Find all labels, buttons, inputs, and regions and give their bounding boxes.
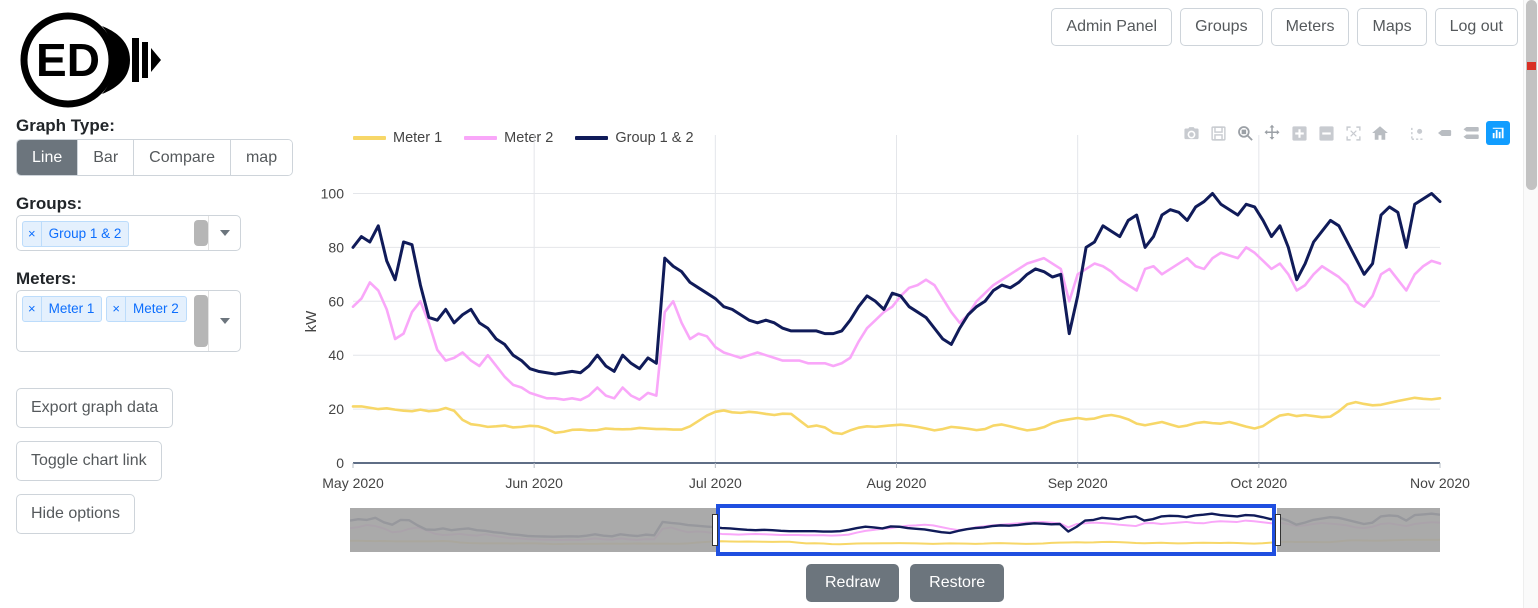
graph-type-button-group: Line Bar Compare map xyxy=(16,139,294,177)
chart-container: Meter 1 Meter 2 Group 1 & 2 0 20 40 60 8… xyxy=(300,105,1522,505)
meters-tag-2-label: Meter 2 xyxy=(132,301,179,316)
graph-type-map[interactable]: map xyxy=(230,140,293,176)
meters-tag-1-label: Meter 1 xyxy=(48,301,95,316)
remove-meter-2-icon[interactable]: × xyxy=(107,297,126,321)
x-tick-4: Sep 2020 xyxy=(1048,475,1108,491)
meters-label: Meters: xyxy=(16,269,77,288)
groups-tag-list: × Group 1 & 2 xyxy=(17,216,194,251)
y-tick-100: 100 xyxy=(321,185,345,201)
x-tick-3: Aug 2020 xyxy=(867,475,927,491)
range-slider-handle-right[interactable] xyxy=(1274,514,1281,546)
meters-scrollbar[interactable] xyxy=(194,291,208,351)
x-tick-1: Jun 2020 xyxy=(505,475,563,491)
groups-scrollbar[interactable] xyxy=(194,216,208,250)
x-tick-5: Oct 2020 xyxy=(1230,475,1287,491)
toggle-chart-link-button[interactable]: Toggle chart link xyxy=(16,441,162,481)
app-root: Admin Panel Groups Meters Maps Log out E… xyxy=(0,0,1538,608)
groups-dropdown-toggle[interactable] xyxy=(208,216,240,250)
x-tick-2: Jul 2020 xyxy=(689,475,742,491)
scrollbar-marker xyxy=(1527,62,1536,70)
groups-tag[interactable]: × Group 1 & 2 xyxy=(22,221,130,247)
page-scrollbar[interactable] xyxy=(1523,0,1538,608)
groups-multiselect[interactable]: × Group 1 & 2 xyxy=(16,215,241,251)
remove-group-icon[interactable]: × xyxy=(23,222,42,246)
range-slider-handle-left[interactable] xyxy=(712,514,719,546)
groups-tag-label: Group 1 & 2 xyxy=(48,226,122,241)
nav-groups[interactable]: Groups xyxy=(1180,8,1263,46)
graph-type-bar[interactable]: Bar xyxy=(78,140,135,176)
chart-x-tick-marks xyxy=(352,463,1441,468)
chart-y-axis-title: kW xyxy=(303,310,320,333)
groups-label: Groups: xyxy=(16,194,83,213)
top-navigation: Admin Panel Groups Meters Maps Log out xyxy=(1051,8,1518,46)
nav-log-out[interactable]: Log out xyxy=(1434,8,1518,46)
range-slider-mask-right xyxy=(1276,508,1440,552)
range-slider[interactable] xyxy=(349,504,1441,556)
nav-meters[interactable]: Meters xyxy=(1270,8,1350,46)
meters-tag-list: × Meter 1 × Meter 2 xyxy=(17,291,194,326)
range-slider-mask-left xyxy=(350,508,717,552)
y-tick-80: 80 xyxy=(328,239,344,255)
export-graph-data-button[interactable]: Export graph data xyxy=(16,388,174,428)
graph-type-line[interactable]: Line xyxy=(17,140,79,176)
chart-y-tick-labels: 0 20 40 60 80 100 xyxy=(321,185,345,471)
chart-action-buttons: Redraw Restore xyxy=(806,564,1005,602)
line-chart-svg[interactable]: 0 20 40 60 80 100 May 2020 Jun 2020 Jul 2020 Aug… xyxy=(300,105,1522,505)
nav-maps[interactable]: Maps xyxy=(1357,8,1427,46)
meters-tag-1[interactable]: × Meter 1 xyxy=(22,296,103,322)
nav-admin-panel[interactable]: Admin Panel xyxy=(1051,8,1173,46)
remove-meter-1-icon[interactable]: × xyxy=(23,297,42,321)
meters-dropdown-toggle[interactable] xyxy=(208,291,240,351)
meters-multiselect[interactable]: × Meter 1 × Meter 2 xyxy=(16,290,241,352)
x-tick-6: Nov 2020 xyxy=(1410,475,1470,491)
ed-lightbulb-logo-icon: ED xyxy=(14,10,164,110)
chart-x-gridlines xyxy=(533,135,1260,463)
chevron-down-icon xyxy=(219,318,230,324)
redraw-button[interactable]: Redraw xyxy=(806,564,900,602)
y-tick-40: 40 xyxy=(328,347,344,363)
range-slider-selection[interactable] xyxy=(716,504,1277,556)
graph-type-label: Graph Type: xyxy=(16,116,115,135)
scrollbar-thumb[interactable] xyxy=(1526,0,1537,190)
y-tick-20: 20 xyxy=(328,401,344,417)
graph-type-compare[interactable]: Compare xyxy=(134,140,231,176)
x-tick-0: May 2020 xyxy=(322,475,384,491)
y-tick-60: 60 xyxy=(328,293,344,309)
logo-text: ED xyxy=(36,34,100,86)
chevron-down-icon xyxy=(219,230,230,236)
y-tick-0: 0 xyxy=(336,455,344,471)
chart-x-tick-labels: May 2020 Jun 2020 Jul 2020 Aug 2020 Sep 2020… xyxy=(322,475,1470,491)
meters-tag-2[interactable]: × Meter 2 xyxy=(106,296,187,322)
options-sidebar: ED Graph Type: Line Bar Compare map Grou… xyxy=(0,0,300,608)
restore-button[interactable]: Restore xyxy=(910,564,1005,602)
hide-options-button[interactable]: Hide options xyxy=(16,494,135,534)
